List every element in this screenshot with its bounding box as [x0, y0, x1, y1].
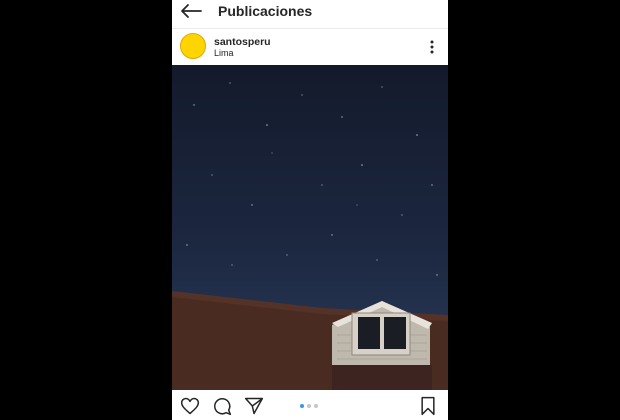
carousel-dot: [307, 404, 311, 408]
top-bar: Publicaciones: [172, 0, 448, 24]
send-icon[interactable]: [244, 396, 264, 416]
comment-icon[interactable]: [212, 396, 232, 416]
carousel-indicator: [300, 404, 318, 408]
post-header: santosperu Lima: [172, 29, 448, 65]
carousel-dot: [314, 404, 318, 408]
heart-icon[interactable]: [180, 396, 200, 416]
page-title: Publicaciones: [218, 3, 313, 19]
phone-screen: Publicaciones santosperu Lima: [172, 0, 448, 420]
post-location[interactable]: Lima: [214, 48, 234, 58]
more-options-icon[interactable]: [428, 39, 436, 55]
back-arrow-icon[interactable]: [180, 3, 202, 19]
post-username[interactable]: santosperu: [214, 36, 271, 48]
carousel-dot: [300, 404, 304, 408]
bookmark-icon[interactable]: [418, 396, 438, 416]
post-actions-bar: [172, 392, 448, 420]
avatar[interactable]: [180, 33, 206, 59]
post-photo[interactable]: [172, 65, 448, 390]
